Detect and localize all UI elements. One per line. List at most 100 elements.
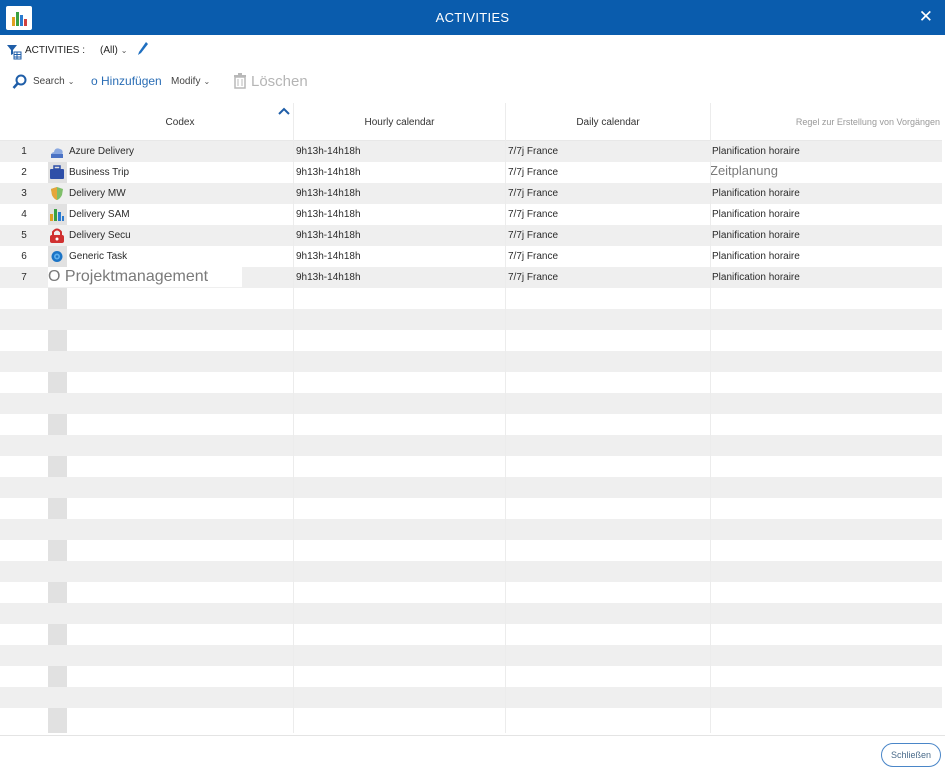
cell-hourly-calendar: 9h13h-14h18h [296, 251, 361, 262]
empty-row [0, 687, 942, 708]
cell-rule: Planification horaire [712, 230, 800, 241]
filter-dropdown[interactable]: (All) ⌄ [100, 45, 127, 56]
empty-row [0, 561, 942, 582]
filter-value: (All) [100, 45, 118, 56]
gear-icon [49, 249, 65, 264]
cell-codex: Delivery MW [69, 188, 126, 199]
cell-daily-calendar: 7/7j France [508, 167, 559, 178]
cell-daily-calendar: 7/7j France [508, 209, 559, 220]
activities-grid: Codex Hourly calendar Daily calendar Reg… [0, 103, 942, 733]
azure-icon [49, 144, 65, 159]
cell-daily-calendar: 7/7j France [508, 188, 559, 199]
chevron-down-icon: ⌄ [120, 46, 128, 55]
briefcase-icon [49, 165, 65, 180]
cell-codex: Delivery Secu [69, 230, 131, 241]
table-row[interactable]: 4 Delivery SAM 9h13h-14h18h 7/7j France Plan… [0, 204, 942, 225]
lock-icon [49, 228, 65, 243]
search-button[interactable]: Search ⌄ [33, 76, 74, 87]
empty-row [0, 582, 942, 603]
modify-button[interactable]: Modify ⌄ [171, 76, 210, 87]
add-button[interactable]: o Hinzufügen [91, 74, 162, 88]
table-row[interactable]: 6 Generic Task 9h13h-14h18h 7/7j France Plan… [0, 246, 942, 267]
search-label: Search [33, 76, 65, 87]
cell-hourly-calendar: 9h13h-14h18h [296, 146, 361, 157]
empty-row [0, 519, 942, 540]
row-number: 5 [21, 230, 27, 241]
column-header-daily-calendar[interactable]: Daily calendar [506, 117, 710, 128]
empty-row [0, 393, 942, 414]
row-number: 6 [21, 251, 27, 262]
empty-row [0, 372, 942, 393]
row-number: 2 [21, 167, 27, 178]
cell-codex: Generic Task [69, 251, 128, 262]
chevron-down-icon: ⌄ [203, 77, 211, 86]
toolbar: Search ⌄ o Hinzufügen Modify ⌄ Löschen [0, 70, 945, 96]
chevron-down-icon: ⌄ [67, 77, 75, 86]
cell-hourly-calendar: 9h13h-14h18h [296, 188, 361, 199]
cell-hourly-calendar: 9h13h-14h18h [296, 209, 361, 220]
cell-rule: Zeitplanung [710, 163, 778, 178]
empty-row [0, 708, 942, 729]
empty-row [0, 498, 942, 519]
filter-label: ACTIVITIES : [25, 45, 86, 56]
table-row[interactable]: 3 Delivery MW 9h13h-14h18h 7/7j France Plani… [0, 183, 942, 204]
close-window-icon[interactable]: ✕ [919, 7, 933, 27]
column-header-hourly-calendar[interactable]: Hourly calendar [294, 117, 505, 128]
footer: Schließen [0, 735, 945, 773]
bar-chart-icon [49, 207, 65, 222]
table-row[interactable]: 5 Delivery Secu 9h13h-14h18h 7/7j France Pla… [0, 225, 942, 246]
row-number: 1 [21, 146, 27, 157]
row-number: 4 [21, 209, 27, 220]
table-row[interactable]: 7 O Projektmanagement 9h13h-14h18h 7/7j Fra… [0, 267, 942, 288]
cell-codex: Azure Delivery [69, 146, 135, 157]
cell-rule: Planification horaire [712, 188, 800, 199]
pencil-icon[interactable] [137, 41, 149, 60]
cell-hourly-calendar: 9h13h-14h18h [296, 272, 361, 283]
empty-row [0, 435, 942, 456]
cell-daily-calendar: 7/7j France [508, 146, 559, 157]
title-bar: ACTIVITIES ✕ [0, 0, 945, 35]
delete-button[interactable]: Löschen [251, 73, 308, 90]
close-button[interactable]: Schließen [881, 743, 941, 767]
empty-row [0, 624, 942, 645]
empty-row [0, 414, 942, 435]
sort-ascending-icon[interactable] [278, 106, 290, 119]
filter-bar: ACTIVITIES : (All) ⌄ [0, 38, 945, 62]
cell-rule: Planification horaire [712, 146, 800, 157]
grid-header: Codex Hourly calendar Daily calendar Reg… [0, 103, 942, 141]
column-header-rule[interactable]: Regel zur Erstellung von Vorgängen [711, 117, 940, 127]
cell-daily-calendar: 7/7j France [508, 272, 559, 283]
row-number: 7 [21, 272, 27, 283]
empty-row [0, 330, 942, 351]
row-number: 3 [21, 188, 27, 199]
cell-rule: Planification horaire [712, 209, 800, 220]
empty-row [0, 456, 942, 477]
window-title: ACTIVITIES [435, 10, 510, 25]
cell-codex: O Projektmanagement [48, 267, 242, 287]
filter-table-icon [6, 44, 22, 63]
column-divider [710, 103, 711, 733]
column-divider [293, 103, 294, 733]
search-icon[interactable] [12, 74, 28, 93]
cell-daily-calendar: 7/7j France [508, 230, 559, 241]
empty-row [0, 309, 942, 330]
empty-row [0, 666, 942, 687]
column-divider [505, 103, 506, 733]
cell-codex: Delivery SAM [69, 209, 130, 220]
empty-row [0, 288, 942, 309]
empty-row [0, 351, 942, 372]
table-row[interactable]: 2 Business Trip 9h13h-14h18h 7/7j France Zei… [0, 162, 942, 183]
cell-rule: Planification horaire [712, 251, 800, 262]
cell-daily-calendar: 7/7j France [508, 251, 559, 262]
table-row[interactable]: 1 Azure Delivery 9h13h-14h18h 7/7j France Pl… [0, 141, 942, 162]
cell-hourly-calendar: 9h13h-14h18h [296, 230, 361, 241]
empty-row [0, 603, 942, 624]
cell-hourly-calendar: 9h13h-14h18h [296, 167, 361, 178]
cell-codex: Business Trip [69, 167, 130, 178]
cell-rule: Planification horaire [712, 272, 800, 283]
empty-row [0, 540, 942, 561]
trash-icon[interactable] [233, 73, 247, 92]
empty-row [0, 477, 942, 498]
shield-icon [49, 186, 65, 201]
column-header-codex[interactable]: Codex [67, 117, 293, 128]
